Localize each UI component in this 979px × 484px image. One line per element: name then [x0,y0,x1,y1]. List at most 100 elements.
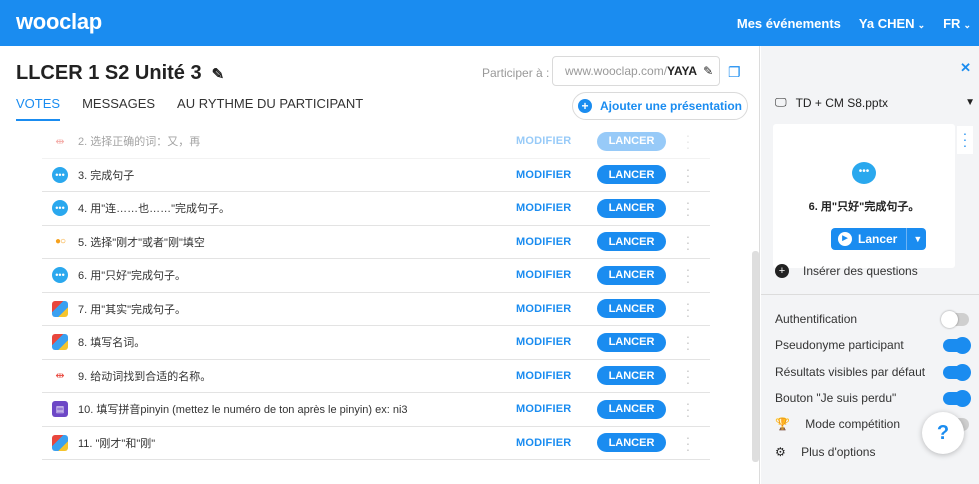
setting-label: Résultats visibles par défaut [775,365,926,379]
question-row[interactable]: ⇹ 9. 给动词找到合适的名称。 MODIFIER LANCER · · · [42,360,710,393]
match-icon: ⇹ [52,367,68,384]
divider [761,294,979,295]
modify-button[interactable]: MODIFIER [516,135,571,147]
launch-button[interactable]: LANCER [597,265,666,285]
language-menu[interactable]: FR ⌄ [943,16,971,31]
setting-label: Mode compétition [805,417,901,431]
question-row[interactable]: ▤ 10. 填写拼音pinyin (mettez le numéro de to… [42,393,710,427]
launch-button[interactable]: LANCER [597,366,666,386]
modify-button[interactable]: MODIFIER [516,202,571,214]
toggle-pseudonyme[interactable] [943,337,971,354]
question-row[interactable]: ●○ 5. 选择"刚才"或者"刚"填空 MODIFIER LANCER · · · [42,226,710,259]
presentation-sidebar: ✕ 🖵 TD + CM S8.pptx ▼ ••• 6. 用"只好"完成句子。 … [761,46,979,484]
top-bar: wooclap Mes événements Ya CHEN ⌄ FR ⌄ [0,0,979,46]
chevron-down-icon: ⌄ [963,19,971,30]
insert-questions-button[interactable]: + Insérer des questions [775,264,918,278]
chat-icon: ••• [52,267,68,284]
more-options-icon[interactable]: · · · [957,126,973,154]
more-options-icon[interactable]: · · · [685,229,691,255]
help-button[interactable]: ? [922,412,964,454]
tabs: VOTES MESSAGES AU RYTHME DU PARTICIPANT [16,96,363,121]
launch-button[interactable]: LANCER [597,165,666,185]
question-row[interactable]: 8. 填写名词。 MODIFIER LANCER · · · [42,326,710,360]
modify-button[interactable]: MODIFIER [516,437,571,449]
toggle-resultats[interactable] [943,364,971,381]
close-icon[interactable]: ✕ [960,60,971,76]
tab-au-rythme[interactable]: AU RYTHME DU PARTICIPANT [177,96,363,121]
caret-down-icon[interactable]: ▼ [913,234,922,244]
modify-button[interactable]: MODIFIER [516,169,571,181]
wooclap-logo[interactable]: wooclap [16,9,102,35]
launch-preview-button[interactable]: ▶ Lancer ▼ [831,228,926,250]
modify-button[interactable]: MODIFIER [516,370,571,382]
modify-button[interactable]: MODIFIER [516,269,571,281]
modify-button[interactable]: MODIFIER [516,403,571,415]
participate-label: Participer à : [482,66,550,80]
launch-button[interactable]: LANCER [597,198,666,218]
launch-button[interactable]: LANCER [597,232,666,252]
more-options-icon[interactable]: · · · [685,396,691,422]
setting-label: Bouton "Je suis perdu" [775,391,897,405]
dots-icon: ●○ [52,233,68,250]
setting-resultats: Résultats visibles par défaut [775,364,975,381]
presentation-selector[interactable]: 🖵 TD + CM S8.pptx ▼ [775,95,975,110]
toggle-knob [954,337,971,354]
cube-icon [52,300,68,317]
language-label: FR [943,15,961,31]
chat-icon: ••• [52,200,68,217]
questions-panel: LLCER 1 S2 Unité 3 ✎ Participer à : www.… [0,46,760,484]
more-options-icon[interactable]: · · · [685,363,691,389]
toggle-knob [954,390,971,407]
question-row[interactable]: 7. 用"其实"完成句子。 MODIFIER LANCER · · · [42,293,710,326]
launch-button[interactable]: LANCER [597,299,666,319]
setting-pseudonyme: Pseudonyme participant [775,337,975,354]
presentation-file: TD + CM S8.pptx [795,95,888,110]
tab-messages[interactable]: MESSAGES [82,96,155,121]
modify-button[interactable]: MODIFIER [516,236,571,248]
url-code: YAYA [667,64,698,78]
more-options-icon[interactable]: · · · [685,262,691,288]
launch-button[interactable]: LANCER [597,399,666,419]
toggle-knob [941,311,958,328]
more-options-icon[interactable]: · · · [685,128,691,154]
question-row[interactable]: ••• 6. 用"只好"完成句子。 MODIFIER LANCER · · · [42,259,710,293]
setting-label: Pseudonyme participant [775,338,904,352]
edit-title-pencil-icon[interactable]: ✎ [212,65,225,83]
user-menu[interactable]: Ya CHEN ⌄ [859,16,925,31]
launch-button[interactable]: LANCER [597,332,666,352]
launch-button[interactable]: LANCER [597,131,666,151]
question-row[interactable]: ⇹ 2. 选择正确的词：又，再 MODIFIER LANCER · · · [42,125,710,159]
my-events-link[interactable]: Mes événements [737,16,841,31]
gear-icon: ⚙ [775,445,786,459]
modify-button[interactable]: MODIFIER [516,303,571,315]
event-title: LLCER 1 S2 Unité 3 [16,62,202,84]
question-row[interactable]: ••• 3. 完成句子 MODIFIER LANCER · · · [42,159,710,192]
more-options-icon[interactable]: · · · [685,430,691,456]
question-row[interactable]: 11. "刚才"和"刚" MODIFIER LANCER · · · [42,427,710,460]
top-nav: Mes événements Ya CHEN ⌄ FR ⌄ [737,0,971,46]
toggle-je-suis-perdu[interactable] [943,390,971,407]
toggle-authentification[interactable] [941,311,969,328]
chevron-down-icon: ⌄ [917,19,926,30]
copy-icon[interactable]: ❐ [728,64,741,81]
more-options-icon[interactable]: · · · [685,296,691,322]
launch-label: Lancer [858,232,898,246]
more-options-icon[interactable]: · · · [685,195,691,221]
chat-icon: ••• [852,162,876,184]
modify-button[interactable]: MODIFIER [516,336,571,348]
setting-je-suis-perdu: Bouton "Je suis perdu" [775,390,975,407]
launch-button[interactable]: LANCER [597,433,666,453]
add-presentation-button[interactable]: + Ajouter une présentation [572,92,748,120]
edit-code-pencil-icon[interactable]: ✎ [703,64,713,78]
setting-label: Plus d'options [801,445,876,459]
tab-votes[interactable]: VOTES [16,96,61,121]
participation-url-field[interactable]: www.wooclap.com/YAYA ✎ [552,56,720,86]
question-row[interactable]: ••• 4. 用"连……也……"完成句子。 MODIFIER LANCER · ·… [42,192,710,226]
more-options-icon[interactable]: · · · [685,329,691,355]
play-icon: ▶ [838,232,852,246]
scrollbar[interactable] [752,251,759,462]
chat-icon: ••• [52,166,68,183]
cube-icon [52,334,68,351]
event-title-row: LLCER 1 S2 Unité 3 ✎ [16,62,224,85]
more-options-icon[interactable]: · · · [685,162,691,188]
